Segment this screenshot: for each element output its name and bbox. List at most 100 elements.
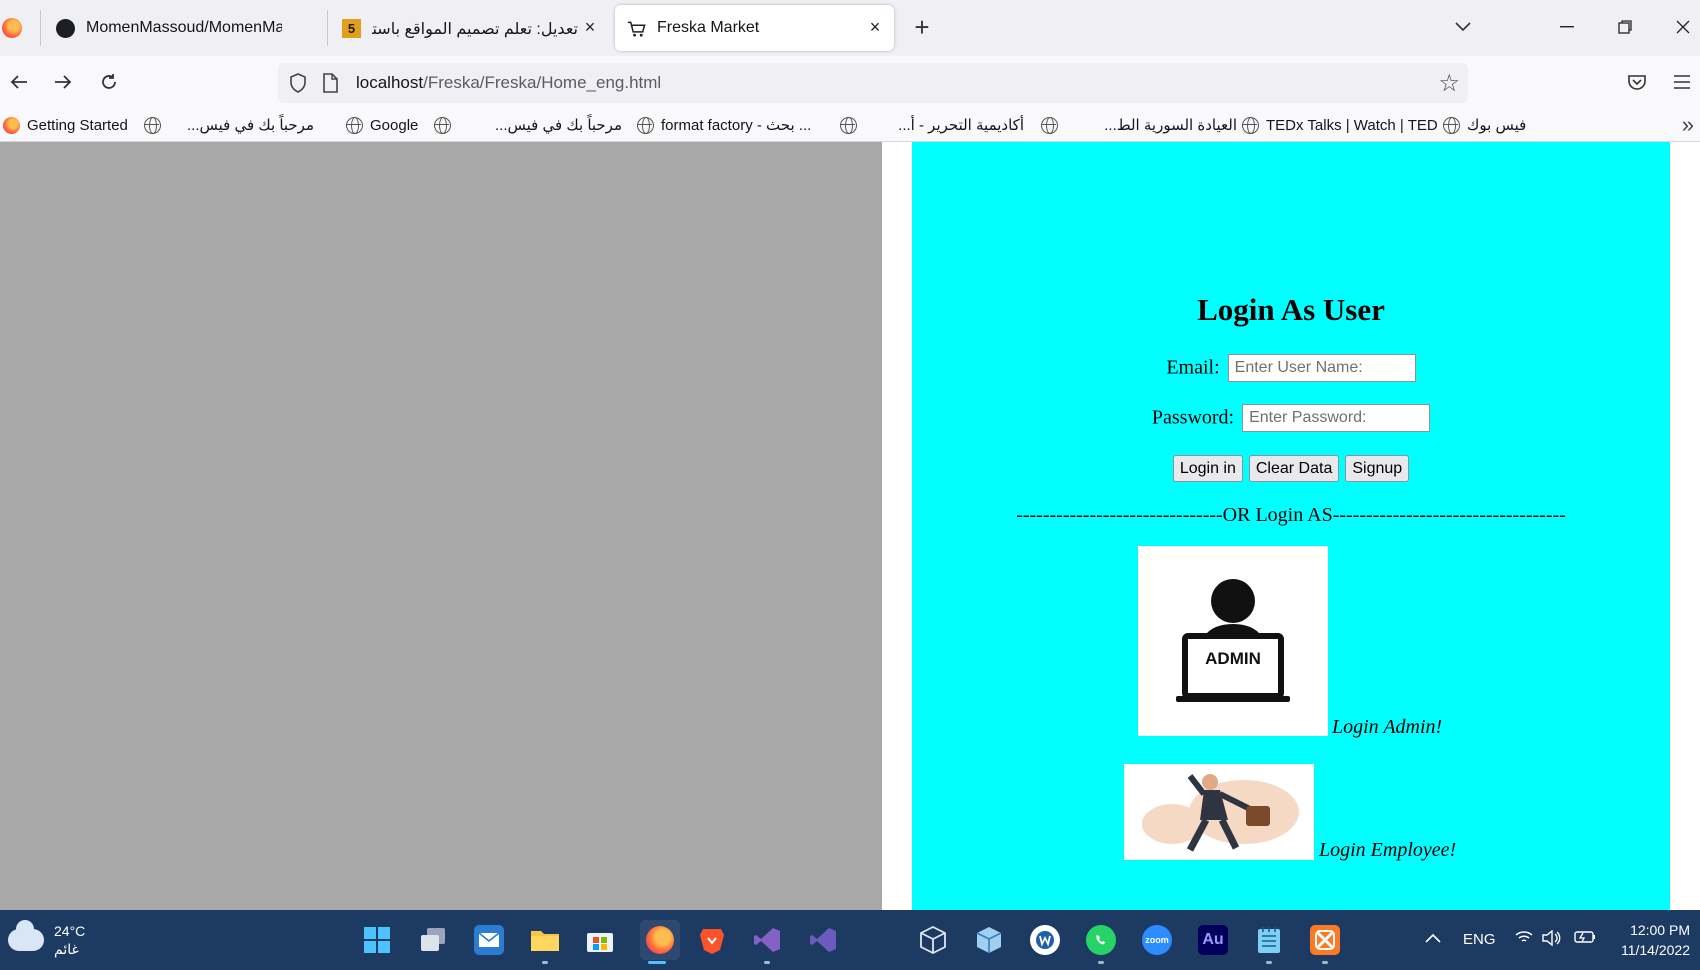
battery-icon[interactable] xyxy=(1574,930,1596,948)
mail-icon[interactable] xyxy=(474,925,504,955)
file-explorer-icon[interactable] xyxy=(530,925,560,955)
address-bar[interactable]: localhost/Freska/Freska/Home_eng.html ☆ xyxy=(278,63,1468,103)
new-tab-button[interactable]: + xyxy=(908,14,936,42)
form-buttons: Login in Clear Data Signup xyxy=(912,455,1670,482)
firefox-taskbar-icon[interactable] xyxy=(640,920,680,960)
shield-icon[interactable] xyxy=(288,73,308,93)
clock-time: 12:00 PM xyxy=(1630,922,1690,938)
running-indicator xyxy=(542,961,548,964)
globe-icon xyxy=(434,116,451,134)
forward-icon[interactable] xyxy=(48,67,78,97)
reload-icon[interactable] xyxy=(94,67,124,97)
wps-icon[interactable] xyxy=(1030,925,1060,955)
weather-description: غائم xyxy=(54,941,79,957)
bookmark-item[interactable]: أكاديمية التحرير - أ... xyxy=(840,115,1024,135)
password-field[interactable] xyxy=(1242,404,1431,432)
visual-studio-icon[interactable] xyxy=(752,925,782,955)
page-viewport: Login As User Email: Password: Login in … xyxy=(0,142,1700,910)
globe-icon xyxy=(637,116,654,134)
bookmark-star-icon[interactable]: ☆ xyxy=(1438,69,1460,98)
admin-image[interactable]: ADMIN xyxy=(1138,546,1328,736)
firefox-view-icon[interactable] xyxy=(2,18,22,38)
bookmark-google[interactable]: Google xyxy=(346,115,418,135)
or-separator: -------------------------------OR Login … xyxy=(1016,504,1566,526)
tab-strip: MomenMassoud/MomenMassoud × 5 تعديل: تعل… xyxy=(0,0,1700,56)
left-panel xyxy=(0,142,882,910)
system-clock[interactable]: 12:00 PM 11/14/2022 xyxy=(1621,920,1690,960)
tab-edit[interactable]: 5 تعديل: تعلم تصميم المواقع باستخدام × xyxy=(330,5,602,51)
tab-title: Freska Market xyxy=(657,19,760,36)
pocket-icon[interactable] xyxy=(1622,67,1652,97)
weather-widget[interactable]: 24°C غائم xyxy=(8,920,85,958)
audition-icon[interactable]: Au xyxy=(1198,925,1228,955)
whatsapp-icon[interactable] xyxy=(1086,925,1116,955)
login-button[interactable]: Login in xyxy=(1172,455,1243,482)
bookmark-item[interactable]: العيادة السورية الط... xyxy=(1041,115,1237,135)
volume-icon[interactable] xyxy=(1542,929,1562,950)
bookmark-item[interactable]: فيس بوك xyxy=(1443,115,1526,135)
tab-github[interactable]: MomenMassoud/MomenMassoud × xyxy=(44,5,354,51)
bookmark-getting-started[interactable]: Getting Started xyxy=(3,115,128,135)
menu-icon[interactable] xyxy=(1667,67,1697,97)
running-indicator xyxy=(1266,961,1272,964)
shopping-cart-icon xyxy=(627,19,646,38)
back-icon[interactable] xyxy=(4,67,34,97)
running-indicator xyxy=(764,961,770,964)
signup-button[interactable]: Signup xyxy=(1345,455,1410,482)
clear-data-button[interactable]: Clear Data xyxy=(1248,455,1340,482)
bookmark-item[interactable]: مرحباً بك في فيس... xyxy=(144,115,314,135)
cloud-icon xyxy=(8,920,44,951)
running-indicator xyxy=(1322,961,1328,964)
github-icon xyxy=(56,19,75,38)
login-employee-link[interactable]: Login Employee! xyxy=(1319,839,1456,862)
zoom-icon[interactable]: zoom xyxy=(1142,925,1172,955)
close-window-icon[interactable] xyxy=(1668,12,1698,42)
tab-title: تعديل: تعلم تصميم المواقع باستخدام xyxy=(372,21,578,38)
wifi-icon[interactable] xyxy=(1515,930,1533,948)
globe-icon xyxy=(346,116,363,134)
url-text[interactable]: localhost/Freska/Freska/Home_eng.html xyxy=(356,73,661,93)
chevron-up-icon[interactable] xyxy=(1425,930,1441,947)
page-icon[interactable] xyxy=(322,73,342,93)
globe-icon xyxy=(144,116,161,134)
email-field[interactable] xyxy=(1227,354,1416,382)
globe-icon xyxy=(1041,116,1058,134)
close-tab-icon[interactable]: × xyxy=(864,16,886,38)
tab-title: MomenMassoud/MomenMassoud xyxy=(86,19,282,36)
notepad-icon[interactable] xyxy=(1254,925,1284,955)
cube-icon[interactable] xyxy=(918,925,948,955)
list-all-tabs-icon[interactable] xyxy=(1448,12,1478,42)
tab-separator xyxy=(327,10,328,46)
bookmarks-toolbar: Getting Started مرحباً بك في فيس... Goog… xyxy=(0,108,1700,142)
xampp-icon[interactable] xyxy=(1310,925,1340,955)
active-indicator xyxy=(648,961,666,964)
vscode-icon[interactable] xyxy=(808,925,838,955)
password-row: Password: xyxy=(912,404,1670,432)
tab-freska-market[interactable]: Freska Market × xyxy=(615,5,894,51)
login-admin-link[interactable]: Login Admin! xyxy=(1332,716,1442,739)
email-row: Email: xyxy=(912,354,1670,382)
bookmark-ted[interactable]: TEDx Talks | Watch | TED xyxy=(1242,115,1438,135)
email-label: Email: xyxy=(1166,356,1220,379)
restore-icon[interactable] xyxy=(1610,12,1640,42)
microsoft-store-icon[interactable] xyxy=(585,925,615,955)
close-tab-icon[interactable]: × xyxy=(579,16,601,38)
password-label: Password: xyxy=(1151,406,1235,429)
firefox-icon xyxy=(3,116,20,134)
windows-taskbar: 24°C غائم zoom Au ENG 12:00 PM 11/14/202… xyxy=(0,910,1700,970)
chevron-more-icon[interactable]: » xyxy=(1682,112,1694,138)
employee-image[interactable] xyxy=(1124,764,1314,860)
language-indicator[interactable]: ENG xyxy=(1463,931,1496,948)
bookmark-item[interactable]: format factory - بحث ... xyxy=(637,115,811,135)
windows-start-icon[interactable] xyxy=(362,925,392,955)
virtualbox-icon[interactable] xyxy=(974,925,1004,955)
tab-separator xyxy=(40,10,41,46)
globe-icon xyxy=(1242,116,1259,134)
admin-image-label: ADMIN xyxy=(1205,649,1261,668)
page-title: Login As User xyxy=(1197,292,1385,327)
running-indicator xyxy=(1098,961,1104,964)
task-view-icon[interactable] xyxy=(418,925,448,955)
brave-icon[interactable] xyxy=(697,925,727,955)
minimize-icon[interactable] xyxy=(1552,12,1582,42)
bookmark-item[interactable]: مرحباً بك في فيس... xyxy=(434,115,622,135)
